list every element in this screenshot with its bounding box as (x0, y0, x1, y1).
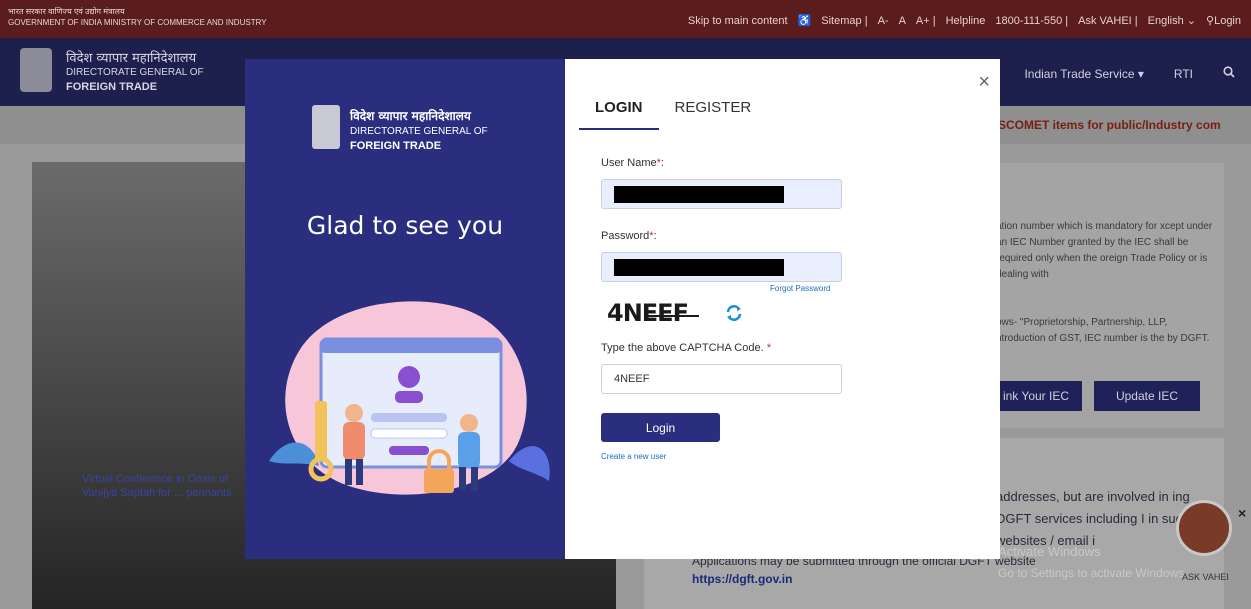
close-icon[interactable]: × (1238, 505, 1246, 521)
redacted-value (614, 185, 784, 203)
modal-brand-line1: DIRECTORATE GENERAL OF (350, 126, 488, 137)
iec-text-2: ows- "Proprietorship, Partnership, LLP, … (996, 317, 1210, 344)
emblem-icon (312, 105, 340, 149)
vahei-avatar[interactable] (1176, 500, 1232, 556)
ask-vahei-label: ASK VAHEI (1182, 572, 1229, 582)
username-input[interactable] (601, 179, 842, 209)
login-link[interactable]: ⚲Login (1206, 14, 1241, 27)
forgot-password-link[interactable]: Forgot Password (770, 284, 830, 293)
main-nav: Indian Trade Service ▾ RTI (1024, 66, 1235, 81)
utility-links: Skip to main content ♿ Sitemap | A- A A+… (688, 14, 1241, 28)
tab-login[interactable]: LOGIN (579, 99, 659, 130)
iec-card: ation number which is mandatory for xcep… (972, 163, 1224, 428)
font-increase[interactable]: A+ | (916, 15, 936, 27)
captcha-input[interactable]: 4NEEF (601, 364, 842, 394)
auth-tabs: LOGIN REGISTER (579, 99, 767, 130)
password-input[interactable] (601, 252, 842, 282)
helpline-label: Helpline (945, 14, 986, 27)
update-iec-button[interactable]: Update IEC (1094, 381, 1200, 411)
ticker-text[interactable]: SCOMET items for public/Industry com (998, 118, 1221, 132)
sitemap-link[interactable]: Sitemap | (821, 15, 867, 27)
captcha-label: Type the above CAPTCHA Code. * (601, 342, 771, 354)
ask-vahei-link[interactable]: Ask VAHEI | (1078, 15, 1138, 27)
nav-item-trade-service[interactable]: Indian Trade Service ▾ (1024, 67, 1143, 81)
username-label: User Name*: (601, 157, 664, 169)
modal-brand-line2: FOREIGN TRADE (350, 140, 442, 152)
emblem-icon (20, 48, 52, 92)
font-normal[interactable]: A (899, 15, 906, 27)
iec-text: ation number which is mandatory for xcep… (996, 221, 1213, 280)
font-decrease[interactable]: A- (878, 15, 889, 27)
create-user-link[interactable]: Create a new user (601, 452, 666, 461)
login-form-panel: × LOGIN REGISTER User Name*: Password*: … (565, 59, 1000, 559)
close-icon[interactable]: × (978, 71, 990, 94)
captcha-strike (647, 315, 699, 317)
captcha-image: 4NEEF (607, 299, 689, 327)
user-icon: ⚲ (1206, 15, 1215, 27)
login-modal: विदेश व्यापार महानिदेशालय DIRECTORATE GE… (245, 59, 1000, 559)
hero-caption: Virtual Conference in Oasis of Vanijya S… (82, 473, 232, 499)
link-iec-button[interactable]: ink Your IEC (990, 381, 1082, 411)
brand-hindi: विदेश व्यापार महानिदेशालय (66, 51, 197, 66)
search-icon[interactable] (1223, 66, 1235, 81)
login-button[interactable]: Login (601, 413, 720, 442)
helpline-number: 1800-111-550 | (995, 14, 1069, 27)
login-illustration-icon (269, 301, 550, 495)
password-label: Password*: (601, 230, 657, 242)
dgft-link[interactable]: https://dgft.gov.in (692, 572, 792, 586)
brand-line1: DIRECTORATE GENERAL OF (66, 67, 204, 78)
gov-strip: भारत सरकार वाणिज्य एवं उद्योग मंत्रालय G… (0, 0, 1251, 38)
redacted-value (614, 258, 784, 276)
gov-english: GOVERNMENT OF INDIA MINISTRY OF COMMERCE… (8, 18, 267, 27)
language-select[interactable]: English ⌄ (1148, 14, 1196, 27)
tab-register[interactable]: REGISTER (659, 99, 768, 130)
modal-brand-hindi: विदेश व्यापार महानिदेशालय (350, 109, 471, 123)
refresh-icon[interactable] (725, 304, 743, 322)
watermark-subtitle: Go to Settings to activate Windows. (998, 566, 1188, 580)
skip-link[interactable]: Skip to main content (688, 15, 788, 27)
gov-hindi: भारत सरकार वाणिज्य एवं उद्योग मंत्रालय (8, 7, 125, 16)
modal-brand-panel: विदेश व्यापार महानिदेशालय DIRECTORATE GE… (245, 59, 565, 559)
greeting: Glad to see you (306, 211, 504, 240)
brand-line2: FOREIGN TRADE (66, 81, 158, 93)
accessibility-icon[interactable]: ♿ (798, 14, 812, 27)
nav-item-rti[interactable]: RTI (1174, 67, 1193, 81)
